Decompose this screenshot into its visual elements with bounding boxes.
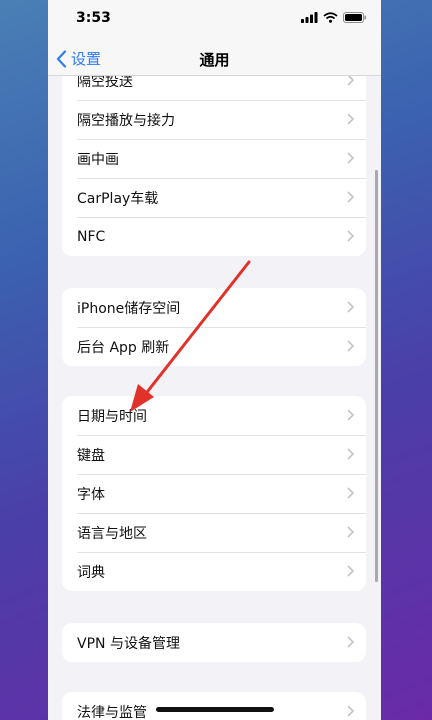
row-label: 日期与时间 <box>77 408 147 425</box>
chevron-right-icon <box>347 636 354 648</box>
row-nfc[interactable]: NFC <box>62 217 366 256</box>
row-label: NFC <box>77 228 106 245</box>
chevron-right-icon <box>347 487 354 499</box>
chevron-right-icon <box>347 340 354 352</box>
row-label: 隔空播放与接力 <box>77 112 175 129</box>
row-label: 语言与地区 <box>77 525 147 542</box>
row-language-region[interactable]: 语言与地区 <box>62 513 366 552</box>
row-label: 画中画 <box>77 151 119 168</box>
row-vpn-device-management[interactable]: VPN 与设备管理 <box>62 623 366 662</box>
chevron-right-icon <box>347 113 354 125</box>
row-airplay-handoff[interactable]: 隔空播放与接力 <box>62 100 366 139</box>
row-legal-regulatory[interactable]: 法律与监管 <box>62 692 366 720</box>
row-date-time[interactable]: 日期与时间 <box>62 396 366 435</box>
status-icons <box>301 12 367 23</box>
status-time: 3:53 <box>76 10 111 26</box>
battery-icon <box>343 12 367 23</box>
signal-icon <box>301 12 318 23</box>
settings-group-locale: 日期与时间 键盘 字体 语言与地区 词典 <box>62 396 366 591</box>
row-keyboard[interactable]: 键盘 <box>62 435 366 474</box>
row-fonts[interactable]: 字体 <box>62 474 366 513</box>
settings-group-legal: 法律与监管 <box>62 692 366 720</box>
status-bar: 3:53 <box>48 0 381 40</box>
home-indicator[interactable] <box>156 707 274 712</box>
row-iphone-storage[interactable]: iPhone储存空间 <box>62 288 366 327</box>
row-label: 后台 App 刷新 <box>77 339 170 356</box>
chevron-right-icon <box>347 191 354 203</box>
row-picture-in-picture[interactable]: 画中画 <box>62 139 366 178</box>
chevron-right-icon <box>347 230 354 242</box>
row-label: iPhone储存空间 <box>77 300 181 317</box>
settings-group-storage: iPhone储存空间 后台 App 刷新 <box>62 288 366 366</box>
chevron-right-icon <box>347 152 354 164</box>
row-carplay[interactable]: CarPlay车载 <box>62 178 366 217</box>
row-label: 字体 <box>77 486 105 503</box>
settings-group-vpn: VPN 与设备管理 <box>62 623 366 662</box>
row-label: 键盘 <box>77 447 105 464</box>
chevron-right-icon <box>347 409 354 421</box>
row-label: 词典 <box>77 564 105 581</box>
chevron-right-icon <box>347 705 354 717</box>
navigation-bar: 设置 通用 <box>48 40 381 76</box>
chevron-right-icon <box>347 565 354 577</box>
chevron-right-icon <box>347 526 354 538</box>
chevron-right-icon <box>347 301 354 313</box>
row-label: CarPlay车载 <box>77 190 159 207</box>
phone-screen: 隔空投送 隔空播放与接力 画中画 CarPlay车载 NFC iPhone储存空… <box>48 0 381 720</box>
scrollbar[interactable] <box>375 170 378 582</box>
row-background-app-refresh[interactable]: 后台 App 刷新 <box>62 327 366 366</box>
row-label: VPN 与设备管理 <box>77 635 180 652</box>
settings-group-connectivity: 隔空投送 隔空播放与接力 画中画 CarPlay车载 NFC <box>62 61 366 256</box>
chevron-right-icon <box>347 448 354 460</box>
row-label: 法律与监管 <box>77 704 147 720</box>
wifi-icon <box>323 12 338 23</box>
page-title: 通用 <box>199 51 230 69</box>
row-dictionary[interactable]: 词典 <box>62 552 366 591</box>
